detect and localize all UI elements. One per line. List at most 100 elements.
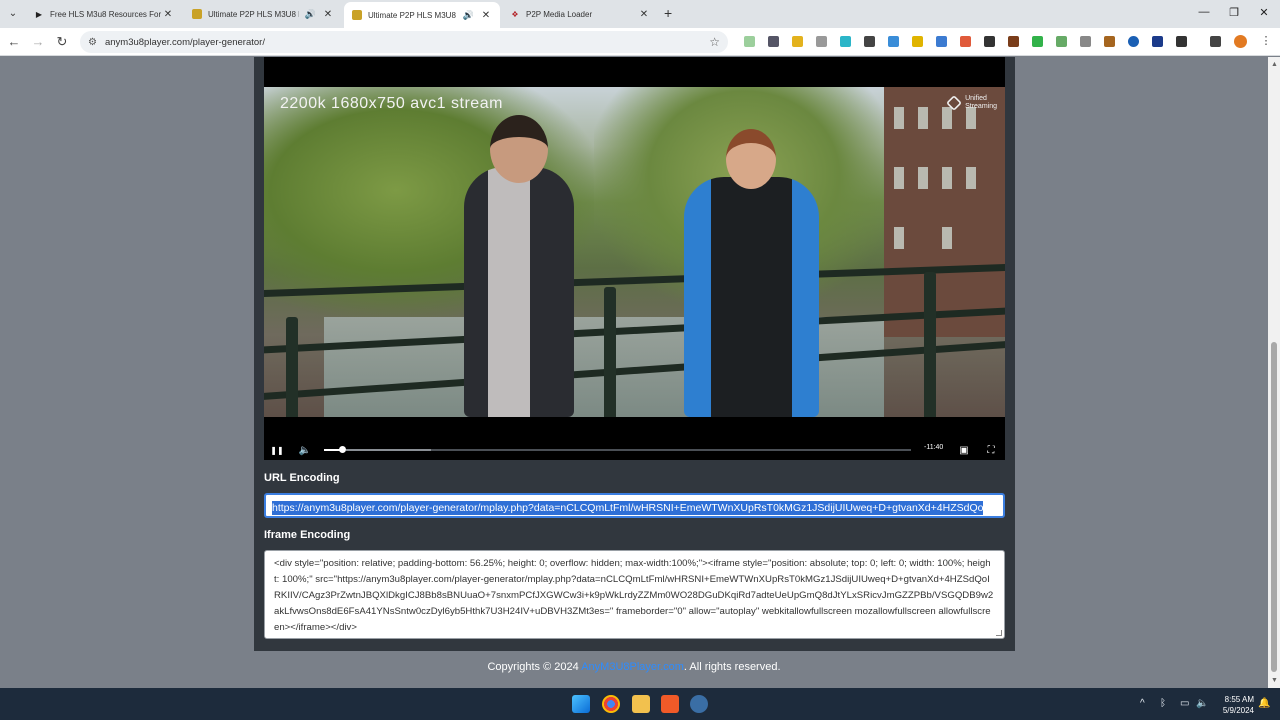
back-button[interactable]: ← (6, 34, 22, 49)
bluetooth-icon[interactable]: ᛒ (1160, 698, 1166, 709)
video-person-right-head (726, 129, 776, 189)
tab-free-hls[interactable]: ▶ Free HLS M3u8 Resources For S ✕ (26, 2, 182, 26)
picture-in-picture-button[interactable]: ▣ (957, 445, 971, 456)
tab-search-chevron-icon[interactable]: ⌄ (4, 4, 22, 22)
close-window-button[interactable]: ✕ (1254, 6, 1274, 19)
clock-date: 5/9/2024 (1222, 706, 1254, 715)
generator-card: 2200k 1680x750 avc1 stream Unified Strea… (254, 57, 1015, 651)
scroll-down-icon[interactable]: ▼ (1271, 677, 1278, 684)
seek-buffered (346, 449, 431, 451)
new-tab-button[interactable]: + (664, 5, 672, 21)
extension-icon[interactable] (912, 36, 923, 47)
video-building (884, 87, 1005, 337)
page-scrollbar[interactable]: ▲ ▼ (1268, 57, 1280, 688)
tray-overflow-icon[interactable]: ^ (1140, 698, 1145, 709)
extension-shield-icon[interactable] (768, 36, 779, 47)
tab-title: Ultimate P2P HLS M3U8 DA (368, 10, 457, 20)
video-post (286, 317, 298, 417)
footer-prefix: Copyrights © 2024 (487, 661, 582, 673)
bookmark-star-icon[interactable]: ☆ (709, 35, 720, 49)
volume-tray-icon[interactable]: 🔈 (1196, 698, 1208, 709)
page-content: 2200k 1680x750 avc1 stream Unified Strea… (0, 57, 1268, 688)
scroll-up-icon[interactable]: ▲ (1271, 61, 1278, 68)
extension-icon[interactable] (1032, 36, 1043, 47)
notification-bell-icon[interactable]: 🔔 (1258, 698, 1270, 709)
address-url: anym3u8player.com/player-generator/ (104, 36, 265, 48)
taskbar-clock[interactable]: 8:55 AM 5/9/2024 (1214, 694, 1254, 716)
extensions-puzzle-icon[interactable] (1176, 36, 1187, 47)
extension-icon[interactable] (960, 36, 971, 47)
taskbar-app-icon[interactable] (690, 695, 708, 713)
tab-close-icon[interactable]: ✕ (162, 9, 174, 20)
video-frame[interactable]: 2200k 1680x750 avc1 stream Unified Strea… (264, 87, 1005, 417)
extension-icon[interactable] (1008, 36, 1019, 47)
tab-close-icon[interactable]: ✕ (480, 10, 492, 21)
extension-icon[interactable] (816, 36, 827, 47)
url-encoding-field[interactable]: https://anym3u8player.com/player-generat… (264, 493, 1005, 518)
extension-camera-icon[interactable] (1080, 36, 1091, 47)
profile-avatar[interactable] (1234, 35, 1247, 48)
extension-icon[interactable] (888, 36, 899, 47)
player-controls: ❚❚ 🔈 -11:40 ▣ ⛶ (264, 440, 1005, 460)
windows-taskbar: ^ ᛒ ▭ 🔈 8:55 AM 5/9/2024 🔔 (0, 688, 1280, 720)
tab-ultimate-p2p-2-active[interactable]: Ultimate P2P HLS M3U8 DA 🔊 ✕ (344, 2, 500, 28)
extension-icon[interactable] (840, 36, 851, 47)
tab-ultimate-p2p-1[interactable]: Ultimate P2P HLS M3U8 DA 🔊 ✕ (184, 2, 342, 26)
fullscreen-button[interactable]: ⛶ (984, 445, 998, 456)
video-player[interactable]: 2200k 1680x750 avc1 stream Unified Strea… (264, 57, 1005, 460)
extension-icon[interactable] (1056, 36, 1067, 47)
url-encoding-value: https://anym3u8player.com/player-generat… (272, 501, 984, 515)
browser-toolbar: ← → ↻ ⚙ anym3u8player.com/player-generat… (0, 28, 1280, 56)
extension-icon[interactable] (1128, 36, 1139, 47)
extension-lock-icon[interactable] (984, 36, 995, 47)
play-favicon-icon: ▶ (35, 9, 43, 19)
video-person-left-head (490, 115, 548, 183)
extension-icon[interactable] (792, 36, 803, 47)
site-info-icon[interactable]: ⚙ (88, 37, 97, 48)
extension-icon[interactable] (1152, 36, 1163, 47)
extension-icon[interactable] (744, 36, 755, 47)
windows-start-icon[interactable] (572, 695, 590, 713)
network-icon[interactable]: ▭ (1180, 698, 1189, 709)
site-favicon-icon (352, 10, 362, 20)
pause-button[interactable]: ❚❚ (270, 446, 284, 455)
footer-site-link[interactable]: AnyM3U8Player.com (581, 661, 684, 673)
tab-title: Free HLS M3u8 Resources For S (50, 9, 162, 19)
video-post (604, 287, 616, 417)
url-encoding-label: URL Encoding (264, 472, 340, 484)
file-explorer-icon[interactable] (632, 695, 650, 713)
iframe-encoding-textarea[interactable]: <div style="position: relative; padding-… (264, 550, 1005, 639)
reading-list-icon[interactable] (1210, 36, 1221, 47)
video-person-right (684, 177, 819, 417)
tab-p2p-media-loader[interactable]: ❖ P2P Media Loader ✕ (502, 2, 658, 26)
iframe-encoding-value: <div style="position: relative; padding-… (274, 558, 994, 633)
iframe-encoding-label: Iframe Encoding (264, 529, 351, 541)
tab-title: P2P Media Loader (526, 9, 593, 19)
tab-close-icon[interactable]: ✕ (638, 9, 650, 20)
seek-bar[interactable] (346, 449, 911, 451)
extension-icon[interactable] (864, 36, 875, 47)
extension-icon[interactable] (1104, 36, 1115, 47)
clock-time: 8:55 AM (1224, 695, 1254, 704)
chrome-taskbar-icon[interactable] (602, 695, 620, 713)
restore-button[interactable]: ❐ (1224, 6, 1244, 19)
browser-menu-icon[interactable]: ⋮ (1258, 34, 1274, 47)
resize-grip-icon[interactable] (996, 630, 1002, 636)
minimize-button[interactable]: — (1194, 6, 1214, 18)
reload-button[interactable]: ↻ (54, 34, 70, 50)
time-remaining: -11:40 (924, 444, 944, 451)
address-bar[interactable]: ⚙ anym3u8player.com/player-generator/ ☆ (80, 31, 728, 53)
scrollbar-thumb[interactable] (1271, 342, 1277, 672)
stream-info-overlay: 2200k 1680x750 avc1 stream (280, 95, 503, 112)
volume-button[interactable]: 🔈 (298, 445, 312, 456)
video-post (924, 272, 936, 417)
forward-button[interactable]: → (30, 34, 46, 49)
tab-close-icon[interactable]: ✕ (322, 9, 334, 20)
video-person-left (464, 167, 574, 417)
speaker-icon[interactable]: 🔊 (305, 9, 316, 20)
footer-suffix: . All rights reserved. (683, 661, 781, 673)
speaker-icon[interactable]: 🔊 (463, 10, 474, 21)
brave-browser-icon[interactable] (661, 695, 679, 713)
extension-icon[interactable] (936, 36, 947, 47)
volume-knob[interactable] (338, 446, 346, 453)
